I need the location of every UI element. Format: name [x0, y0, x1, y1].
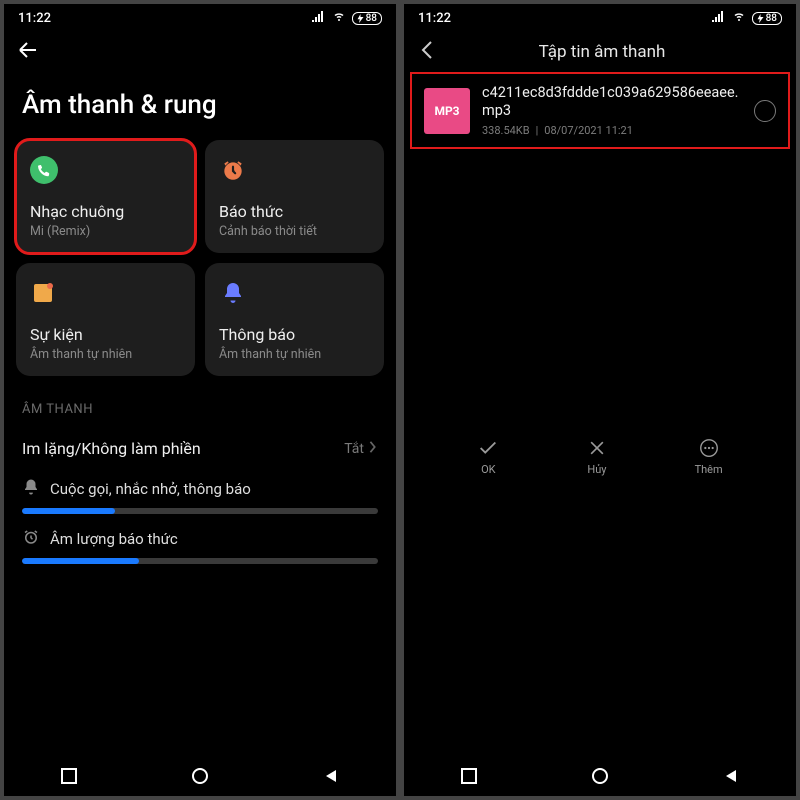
dnd-label: Im lặng/Không làm phiền: [22, 439, 201, 458]
android-navbar-right: [404, 754, 796, 796]
file-date: 08/07/2021 11:21: [544, 124, 633, 137]
status-time: 11:22: [18, 11, 51, 26]
ok-button[interactable]: OK: [477, 437, 499, 476]
battery-indicator-right: 88: [752, 12, 782, 25]
volume-calls-label: Cuộc gọi, nhắc nhở, thông báo: [50, 480, 251, 498]
mp3-badge: MP3: [424, 88, 470, 134]
calendar-icon: [30, 279, 58, 307]
phone-file-picker: 11:22 88 Tập tin âm thanh MP3 c4211ec8d3…: [404, 4, 796, 796]
page-title: Âm thanh & rung: [4, 68, 396, 140]
sound-cards-grid: Nhạc chuông Mi (Remix) Báo thức Cảnh báo…: [4, 140, 396, 376]
status-bar-right: 11:22 88: [404, 4, 796, 30]
close-icon: [586, 437, 608, 459]
alarm-sub: Cảnh báo thời tiết: [219, 224, 370, 239]
file-select-radio[interactable]: [754, 100, 776, 122]
file-size: 338.54KB: [482, 124, 530, 137]
nav-recent-button[interactable]: [59, 766, 79, 786]
filepicker-title: Tập tin âm thanh: [440, 42, 764, 62]
section-sound-header: ÂM THANH: [4, 376, 396, 427]
cancel-label: Hủy: [587, 463, 606, 476]
file-info: c4211ec8d3fddde1c039a629586eeaee.mp3 338…: [482, 84, 742, 137]
audio-file-row[interactable]: MP3 c4211ec8d3fddde1c039a629586eeaee.mp3…: [412, 74, 788, 147]
bell-outline-icon: [22, 478, 40, 500]
dnd-row[interactable]: Im lặng/Không làm phiền Tắt: [4, 427, 396, 470]
more-button[interactable]: Thêm: [695, 437, 723, 476]
events-label: Sự kiện: [30, 325, 181, 344]
signal-icon: [312, 10, 326, 26]
alarm-outline-icon: [22, 528, 40, 550]
alarm-clock-icon: [219, 156, 247, 184]
back-button[interactable]: [16, 38, 40, 66]
android-navbar: [4, 754, 396, 796]
ringtone-sub: Mi (Remix): [30, 224, 181, 239]
notification-card[interactable]: Thông báo Âm thanh tự nhiên: [205, 263, 384, 376]
status-time-right: 11:22: [418, 11, 451, 26]
alarm-card[interactable]: Báo thức Cảnh báo thời tiết: [205, 140, 384, 253]
status-right-right: 88: [712, 10, 782, 26]
status-bar: 11:22 88: [4, 4, 396, 30]
cancel-button[interactable]: Hủy: [586, 437, 608, 476]
bell-icon: [219, 279, 247, 307]
meta-separator: |: [536, 124, 539, 137]
file-name: c4211ec8d3fddde1c039a629586eeaee.mp3: [482, 84, 742, 120]
volume-calls-block: Cuộc gọi, nhắc nhở, thông báo: [4, 470, 396, 520]
ringtone-card[interactable]: Nhạc chuông Mi (Remix): [16, 140, 195, 253]
signal-icon: [712, 10, 726, 26]
back-button-right[interactable]: [416, 38, 440, 66]
volume-calls-fill: [22, 508, 115, 514]
chevron-right-icon: [368, 441, 378, 457]
battery-value: 88: [366, 13, 377, 24]
dnd-value: Tắt: [344, 441, 378, 457]
wifi-icon: [732, 10, 746, 26]
volume-calls-label-row: Cuộc gọi, nhắc nhở, thông báo: [22, 478, 378, 500]
topbar: [4, 30, 396, 68]
more-icon: [698, 437, 720, 459]
bottom-action-bar: OK Hủy Thêm: [404, 425, 796, 482]
notif-sub: Âm thanh tự nhiên: [219, 347, 370, 362]
nav-home-button-right[interactable]: [590, 766, 610, 786]
notif-label: Thông báo: [219, 325, 370, 344]
volume-alarm-block: Âm lượng báo thức: [4, 520, 396, 570]
phone-sound-settings: 11:22 88 Âm thanh & rung Nhạc chuông: [4, 4, 396, 796]
phone-icon: [30, 156, 58, 184]
check-icon: [477, 437, 499, 459]
nav-recent-button-right[interactable]: [459, 766, 479, 786]
volume-alarm-label: Âm lượng báo thức: [50, 530, 178, 548]
volume-calls-slider[interactable]: [22, 508, 378, 514]
volume-alarm-label-row: Âm lượng báo thức: [22, 528, 378, 550]
topbar-right: Tập tin âm thanh: [404, 30, 796, 68]
alarm-label: Báo thức: [219, 202, 370, 221]
nav-back-button[interactable]: [321, 766, 341, 786]
ringtone-label: Nhạc chuông: [30, 202, 181, 221]
more-label: Thêm: [695, 463, 723, 476]
ok-label: OK: [481, 463, 495, 476]
volume-alarm-fill: [22, 558, 139, 564]
battery-value-right: 88: [766, 13, 777, 24]
status-right: 88: [312, 10, 382, 26]
events-sub: Âm thanh tự nhiên: [30, 347, 181, 362]
battery-indicator: 88: [352, 12, 382, 25]
volume-alarm-slider[interactable]: [22, 558, 378, 564]
wifi-icon: [332, 10, 346, 26]
nav-home-button[interactable]: [190, 766, 210, 786]
dnd-value-text: Tắt: [344, 441, 364, 457]
file-meta: 338.54KB | 08/07/2021 11:21: [482, 124, 742, 137]
nav-back-button-right[interactable]: [721, 766, 741, 786]
events-card[interactable]: Sự kiện Âm thanh tự nhiên: [16, 263, 195, 376]
